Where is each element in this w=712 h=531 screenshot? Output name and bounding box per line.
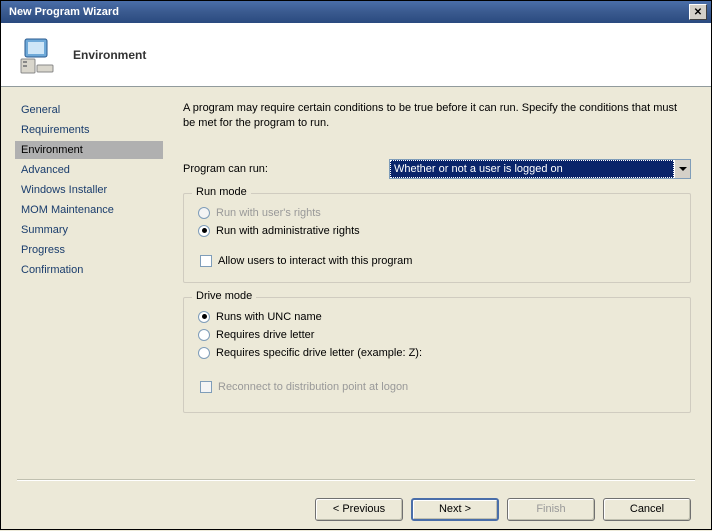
radio-label: Requires drive letter <box>216 329 314 341</box>
dropdown-value: Whether or not a user is logged on <box>390 160 674 178</box>
close-button[interactable]: ✕ <box>689 4 707 20</box>
radio-label: Run with user's rights <box>216 207 321 219</box>
program-can-run-dropdown[interactable]: Whether or not a user is logged on <box>389 159 691 179</box>
radio-specific-drive[interactable]: Requires specific drive letter (example:… <box>198 344 676 362</box>
run-mode-title: Run mode <box>192 186 251 198</box>
checkbox-allow-interact[interactable]: Allow users to interact with this progra… <box>198 252 676 270</box>
radio-label: Run with administrative rights <box>216 225 360 237</box>
sidebar-item-windows-installer[interactable]: Windows Installer <box>15 181 163 199</box>
drive-mode-title: Drive mode <box>192 290 256 302</box>
wizard-content: A program may require certain conditions… <box>163 97 711 479</box>
sidebar-item-summary[interactable]: Summary <box>15 221 163 239</box>
program-can-run-label: Program can run: <box>183 163 389 175</box>
next-button[interactable]: Next > <box>411 498 499 521</box>
page-title: Environment <box>73 48 146 62</box>
radio-drive-letter[interactable]: Requires drive letter <box>198 326 676 344</box>
radio-icon <box>198 311 210 323</box>
radio-icon <box>198 347 210 359</box>
computer-icon <box>17 35 57 75</box>
radio-icon <box>198 329 210 341</box>
wizard-footer: < Previous Next > Finish Cancel <box>1 481 711 531</box>
intro-text: A program may require certain conditions… <box>183 101 691 131</box>
cancel-button[interactable]: Cancel <box>603 498 691 521</box>
checkbox-label: Allow users to interact with this progra… <box>218 255 412 267</box>
checkbox-icon <box>200 255 212 267</box>
chevron-down-icon[interactable] <box>674 160 690 178</box>
close-icon: ✕ <box>694 7 702 18</box>
sidebar-item-general[interactable]: General <box>15 101 163 119</box>
window-title: New Program Wizard <box>5 6 689 18</box>
radio-label: Requires specific drive letter (example:… <box>216 347 422 359</box>
sidebar-item-requirements[interactable]: Requirements <box>15 121 163 139</box>
run-mode-group: Run mode Run with user's rights Run with… <box>183 193 691 283</box>
sidebar-item-mom-maintenance[interactable]: MOM Maintenance <box>15 201 163 219</box>
sidebar-item-advanced[interactable]: Advanced <box>15 161 163 179</box>
finish-button: Finish <box>507 498 595 521</box>
wizard-header: Environment <box>1 23 711 87</box>
title-bar: New Program Wizard ✕ <box>1 1 711 23</box>
radio-user-rights: Run with user's rights <box>198 204 676 222</box>
radio-unc-name[interactable]: Runs with UNC name <box>198 308 676 326</box>
sidebar-item-confirmation[interactable]: Confirmation <box>15 261 163 279</box>
checkbox-icon <box>200 381 212 393</box>
checkbox-reconnect: Reconnect to distribution point at logon <box>198 378 676 396</box>
radio-icon <box>198 207 210 219</box>
checkbox-label: Reconnect to distribution point at logon <box>218 381 408 393</box>
sidebar-item-environment[interactable]: Environment <box>15 141 163 159</box>
wizard-sidebar: General Requirements Environment Advance… <box>1 97 163 479</box>
radio-admin-rights[interactable]: Run with administrative rights <box>198 222 676 240</box>
previous-button[interactable]: < Previous <box>315 498 403 521</box>
sidebar-item-progress[interactable]: Progress <box>15 241 163 259</box>
drive-mode-group: Drive mode Runs with UNC name Requires d… <box>183 297 691 413</box>
radio-label: Runs with UNC name <box>216 311 322 323</box>
radio-icon <box>198 225 210 237</box>
